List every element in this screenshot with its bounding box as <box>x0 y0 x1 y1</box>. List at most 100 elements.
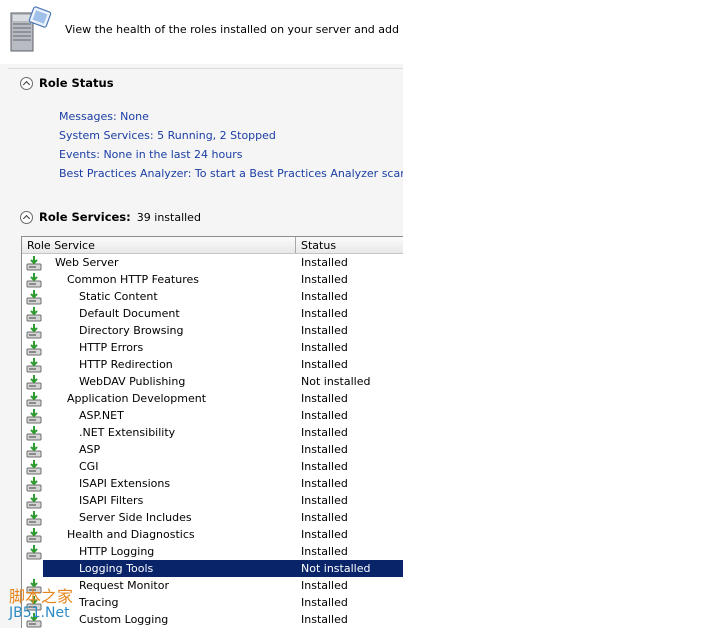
table-row[interactable]: Common HTTP Features Installed <box>22 271 403 288</box>
role-service-name: Logging Tools <box>43 560 296 577</box>
table-row[interactable]: .NET Extensibility Installed <box>22 424 403 441</box>
role-service-status: Installed <box>301 545 348 558</box>
server-icon <box>10 6 52 52</box>
system-services-link[interactable]: System Services: 5 Running, 2 Stopped <box>59 129 276 142</box>
events-link[interactable]: Events: None in the last 24 hours <box>59 148 242 161</box>
role-service-status: Installed <box>301 494 348 507</box>
install-arrow-icon <box>26 357 42 373</box>
role-service-name: HTTP Errors <box>79 341 144 354</box>
role-service-status: Installed <box>301 613 348 626</box>
role-service-status: Installed <box>301 409 348 422</box>
role-service-name: ISAPI Filters <box>79 494 144 507</box>
role-service-name: Health and Diagnostics <box>67 528 195 541</box>
table-row[interactable]: CGI Installed <box>22 458 403 475</box>
table-row[interactable]: ISAPI Filters Installed <box>22 492 403 509</box>
watermark-en: JB51.Net <box>9 605 70 621</box>
table-row[interactable]: Server Side Includes Installed <box>22 509 403 526</box>
role-service-name: WebDAV Publishing <box>79 375 186 388</box>
install-arrow-icon <box>26 340 42 356</box>
install-arrow-icon <box>26 272 42 288</box>
role-service-name: HTTP Logging <box>79 545 155 558</box>
role-service-name: Tracing <box>79 596 119 609</box>
role-service-status: Installed <box>301 579 348 592</box>
watermark: 脚本之家 JB51.Net <box>9 583 89 628</box>
header: View the health of the roles installed o… <box>0 0 403 64</box>
install-arrow-icon <box>26 544 42 560</box>
install-arrow-icon <box>26 408 42 424</box>
divider <box>8 68 403 69</box>
role-service-name: ASP <box>79 443 101 456</box>
role-service-status: Installed <box>301 392 348 405</box>
table-row[interactable]: HTTP Redirection Installed <box>22 356 403 373</box>
role-service-name: .NET Extensibility <box>79 426 176 439</box>
table-row[interactable]: Health and Diagnostics Installed <box>22 526 403 543</box>
install-arrow-icon <box>26 374 42 390</box>
role-service-name: CGI <box>79 460 99 473</box>
table-row[interactable]: HTTP Logging Installed <box>22 543 403 560</box>
role-service-status: Installed <box>301 477 348 490</box>
install-arrow-icon <box>26 425 42 441</box>
table-row[interactable]: ASP Installed <box>22 441 403 458</box>
role-service-status: Installed <box>301 596 348 609</box>
role-service-status: Installed <box>301 256 348 269</box>
role-summary-panel: View the health of the roles installed o… <box>0 0 403 628</box>
role-service-name: ASP.NET <box>79 409 124 422</box>
role-service-status: Installed <box>301 273 348 286</box>
table-row[interactable]: Logging Tools Not installed <box>22 560 403 577</box>
role-service-status: Installed <box>301 443 348 456</box>
column-separator[interactable] <box>295 237 296 253</box>
role-service-name: Custom Logging <box>79 613 169 626</box>
role-service-status: Not installed <box>301 375 371 388</box>
column-header-status[interactable]: Status <box>301 239 336 252</box>
install-arrow-icon <box>26 459 42 475</box>
role-service-name: Directory Browsing <box>79 324 184 337</box>
watermark-cn: 脚本之家 <box>9 587 74 606</box>
role-service-name: Request Monitor <box>79 579 169 592</box>
collapse-up-icon[interactable] <box>20 210 33 224</box>
role-services-table[interactable]: Role Service Status Web Server Installed C… <box>21 236 403 628</box>
role-service-name: ISAPI Extensions <box>79 477 171 490</box>
best-practices-analyzer-link[interactable]: Best Practices Analyzer: To start a Best… <box>59 167 403 180</box>
role-service-status: Installed <box>301 290 348 303</box>
install-arrow-icon <box>26 255 42 271</box>
table-row[interactable]: Directory Browsing Installed <box>22 322 403 339</box>
collapse-up-icon[interactable] <box>20 76 33 90</box>
role-services-header[interactable]: Role Services: 39 installed <box>20 210 201 224</box>
role-service-name: Web Server <box>55 256 119 269</box>
table-row[interactable]: ISAPI Extensions Installed <box>22 475 403 492</box>
table-row[interactable]: Application Development Installed <box>22 390 403 407</box>
install-arrow-icon <box>26 306 42 322</box>
install-arrow-icon <box>26 323 42 339</box>
table-row[interactable]: Default Document Installed <box>22 305 403 322</box>
role-service-status: Installed <box>301 511 348 524</box>
role-service-status: Installed <box>301 324 348 337</box>
role-service-name: Server Side Includes <box>79 511 192 524</box>
table-row[interactable]: ASP.NET Installed <box>22 407 403 424</box>
install-arrow-icon <box>26 527 42 543</box>
messages-link[interactable]: Messages: None <box>59 110 149 123</box>
role-service-name: Common HTTP Features <box>67 273 199 286</box>
column-header-role-service[interactable]: Role Service <box>27 239 95 252</box>
role-service-name: Application Development <box>67 392 207 405</box>
role-service-name: HTTP Redirection <box>79 358 173 371</box>
table-row[interactable]: WebDAV Publishing Not installed <box>22 373 403 390</box>
role-status-header[interactable]: Role Status <box>20 76 114 90</box>
install-arrow-icon <box>26 493 42 509</box>
table-header: Role Service Status <box>22 237 403 254</box>
role-service-name: Static Content <box>79 290 158 303</box>
role-service-status: Installed <box>301 307 348 320</box>
table-row[interactable]: Web Server Installed <box>22 254 403 271</box>
role-service-status: Installed <box>301 341 348 354</box>
role-service-status: Installed <box>301 358 348 371</box>
role-service-name: Default Document <box>79 307 180 320</box>
role-status-title: Role Status <box>39 76 114 90</box>
install-arrow-icon <box>26 442 42 458</box>
install-arrow-icon <box>26 476 42 492</box>
role-service-status: Installed <box>301 460 348 473</box>
role-services-title: Role Services: <box>39 210 131 224</box>
role-services-count: 39 installed <box>136 210 201 224</box>
install-arrow-icon <box>26 289 42 305</box>
table-row[interactable]: Static Content Installed <box>22 288 403 305</box>
table-row[interactable]: HTTP Errors Installed <box>22 339 403 356</box>
role-service-status: Not installed <box>295 560 403 577</box>
